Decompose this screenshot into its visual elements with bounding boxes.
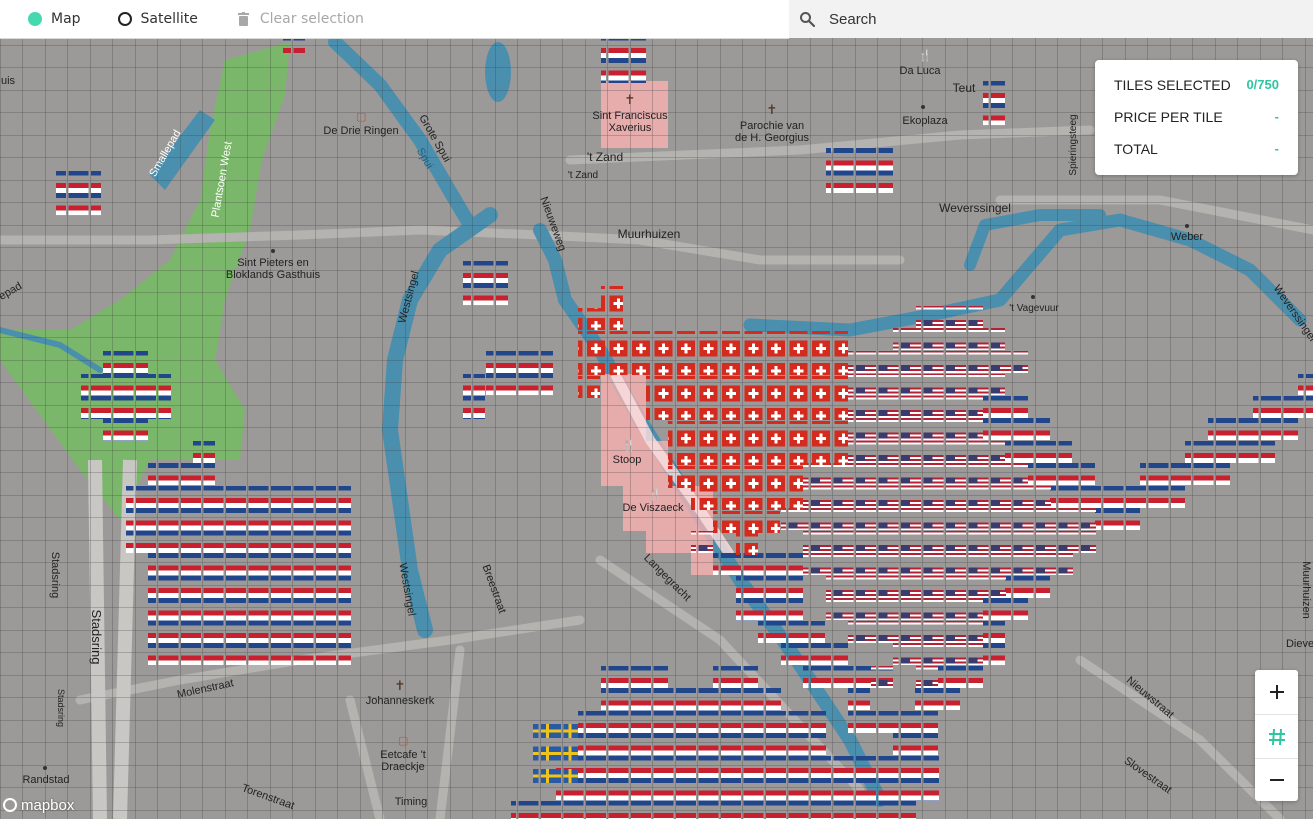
map-label: Sint Pieters en <box>237 257 309 269</box>
plus-icon <box>1269 684 1284 699</box>
map-label: Ekoplaza <box>902 115 948 127</box>
map-label: Stoop <box>613 454 642 466</box>
map-label: Weber <box>1171 231 1204 243</box>
map-label: Muurhuizen <box>1300 561 1312 618</box>
map-label: Sint Franciscus <box>592 110 668 122</box>
map-label: Eetcafe 't <box>380 749 426 761</box>
satellite-mode-toggle[interactable]: Satellite <box>117 11 198 27</box>
map-label: Johanneskerk <box>366 695 435 707</box>
map-label: Bloklands Gasthuis <box>226 269 321 281</box>
map-label: Spieringsteeg <box>1068 114 1079 175</box>
map-label: de H. Georgius <box>735 132 809 144</box>
svg-text:🍴: 🍴 <box>622 439 636 452</box>
svg-text:▢: ▢ <box>356 110 366 123</box>
zoom-controls <box>1255 670 1298 801</box>
selection-stats-panel: TILES SELECTED 0/750 PRICE PER TILE - TO… <box>1095 60 1298 175</box>
svg-text:▢: ▢ <box>398 734 408 747</box>
clear-selection-label: Clear selection <box>259 11 364 27</box>
map-label: uis <box>1 75 16 87</box>
map-label: Stadsring <box>89 610 104 665</box>
clear-selection-button[interactable]: Clear selection <box>237 11 364 27</box>
map-label: De Drie Ringen <box>323 125 398 137</box>
svg-text:🍴: 🍴 <box>918 49 932 62</box>
map-label: Timing <box>395 796 428 808</box>
map-label: Randstad <box>22 774 69 786</box>
grid-toggle-button[interactable] <box>1255 714 1298 759</box>
zoom-in-button[interactable] <box>1255 670 1298 713</box>
tiles-selected-value: 0/750 <box>1246 77 1279 92</box>
top-toolbar: Map Satellite Clear selection <box>0 0 789 39</box>
map-label: Parochie van <box>740 120 804 132</box>
svg-text:✝: ✝ <box>625 93 636 108</box>
map-label: 't Zand <box>587 150 623 164</box>
mapbox-logo-text: mapbox <box>21 796 75 814</box>
map-label: Dieve <box>1286 638 1313 650</box>
svg-text:✝: ✝ <box>767 103 778 118</box>
map-label: Xaverius <box>609 122 652 134</box>
svg-text:🍴: 🍴 <box>648 488 662 501</box>
total-value: - <box>1274 141 1279 156</box>
trash-icon <box>237 12 249 26</box>
mapbox-logo[interactable]: mapbox <box>3 795 74 815</box>
price-per-tile-value: - <box>1274 109 1279 124</box>
map-label: Da Luca <box>900 65 942 77</box>
svg-text:✝: ✝ <box>395 679 406 694</box>
tiles-selected-label: TILES SELECTED <box>1114 77 1231 93</box>
map-label: Teut <box>953 81 976 95</box>
total-label: TOTAL <box>1114 141 1158 157</box>
radio-selected-icon <box>28 12 42 26</box>
zoom-out-button[interactable] <box>1255 758 1298 801</box>
mapbox-icon <box>3 798 17 812</box>
search-input[interactable] <box>827 9 1271 29</box>
price-per-tile-label: PRICE PER TILE <box>1114 109 1223 125</box>
map-label: Weverssingel <box>939 201 1011 215</box>
map-label: Stadsring <box>49 552 61 598</box>
map-label: 't Zand <box>568 170 598 181</box>
search-bar <box>789 0 1313 38</box>
map-mode-toggle[interactable]: Map <box>28 11 81 27</box>
radio-unselected-icon <box>117 12 132 26</box>
minus-icon <box>1269 778 1284 781</box>
map-label: Draeckje <box>381 761 424 773</box>
map-label: De Viszaeck <box>623 502 684 514</box>
map-label: Muurhuizen <box>618 227 681 241</box>
grid-icon <box>1268 728 1285 745</box>
map-mode-label: Map <box>51 11 81 27</box>
map-label: Stadsring <box>56 689 66 727</box>
map-label: 't Vagevuur <box>1009 303 1059 314</box>
search-icon <box>800 12 815 27</box>
satellite-mode-label: Satellite <box>140 11 198 27</box>
